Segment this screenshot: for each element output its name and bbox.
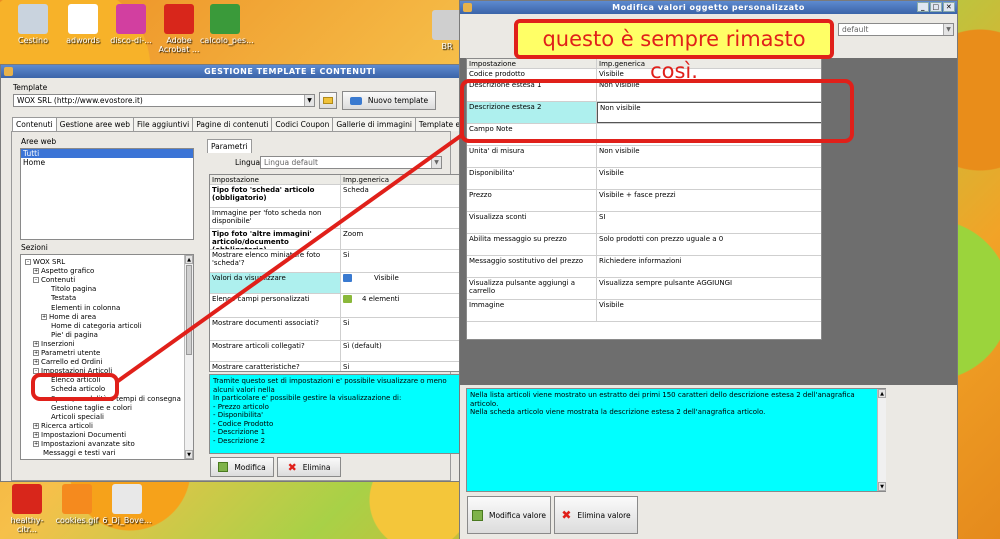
annotation-oval-dialog — [460, 79, 854, 143]
annotation-oval-left — [31, 373, 119, 401]
annotation-callout: questo è sempre rimasto così. — [514, 19, 834, 83]
